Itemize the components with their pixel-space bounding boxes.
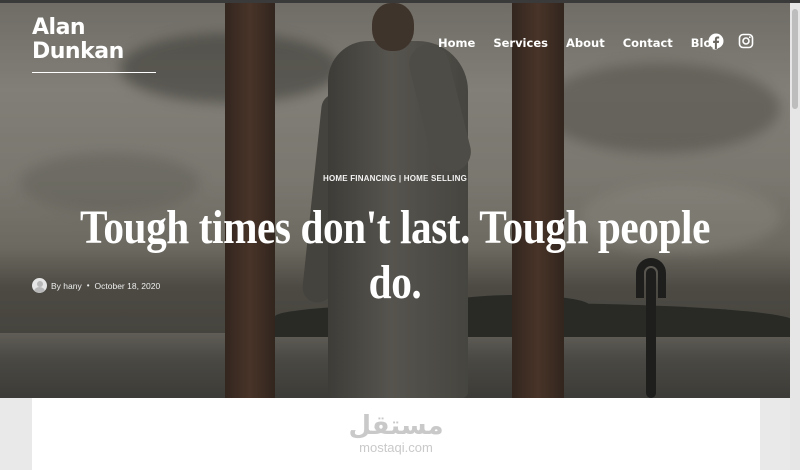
- facebook-icon[interactable]: [708, 33, 724, 49]
- author-avatar[interactable]: [32, 278, 47, 293]
- nav-contact[interactable]: Contact: [623, 36, 673, 50]
- scrollbar-thumb[interactable]: [792, 9, 798, 109]
- page-scrollbar[interactable]: [790, 3, 800, 470]
- post-title: Tough times don't last. Tough people do.: [80, 201, 710, 309]
- meta-separator: •: [86, 281, 90, 290]
- nav-about[interactable]: About: [566, 36, 605, 50]
- top-border: [0, 0, 800, 3]
- post-date: October 18, 2020: [94, 280, 161, 291]
- watermark: مستقل mostaqi.com: [32, 412, 760, 456]
- nav-home[interactable]: Home: [438, 36, 475, 50]
- brand-underline: [32, 72, 156, 73]
- instagram-icon[interactable]: [738, 33, 754, 49]
- main-nav: Home Services About Contact Blog: [438, 36, 738, 50]
- watermark-url: mostaqi.com: [359, 440, 433, 455]
- post-meta: By hany • October 18, 2020: [32, 278, 160, 293]
- watermark-arabic: مستقل: [348, 411, 444, 441]
- post-categories[interactable]: HOME FINANCING | HOME SELLING: [0, 174, 790, 183]
- post-content-area: مستقل mostaqi.com: [32, 398, 760, 470]
- brand-name[interactable]: Alan Dunkan: [32, 16, 152, 64]
- post-author[interactable]: By hany: [51, 281, 82, 291]
- site-logo[interactable]: Alan Dunkan: [32, 16, 156, 73]
- nav-services[interactable]: Services: [493, 36, 548, 50]
